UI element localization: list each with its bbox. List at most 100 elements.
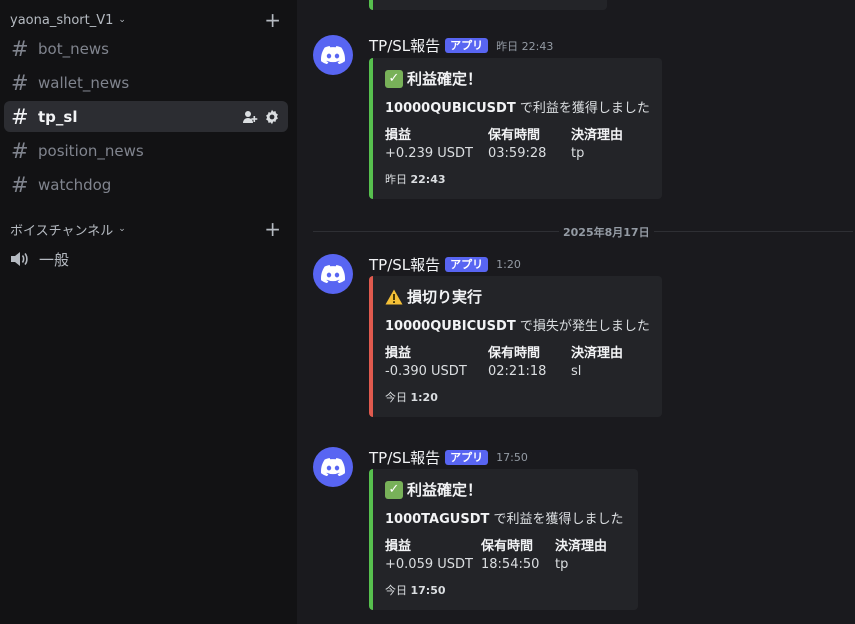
- channel-label: bot_news: [38, 39, 109, 58]
- footer-time: 1:20: [410, 391, 438, 404]
- sidebar-item-wallet-news[interactable]: # wallet_news: [4, 67, 288, 98]
- embed-field: 保有時間 18:54:50: [481, 535, 540, 572]
- field-value: tp: [571, 146, 585, 161]
- symbol-text: 1000TAGUSDT: [385, 512, 490, 527]
- embed-title: ✓ 利益確定！: [385, 68, 646, 89]
- sidebar-item-tp-sl[interactable]: # tp_sl: [4, 101, 288, 132]
- footer-day: 昨日: [385, 173, 407, 186]
- speaker-icon: [11, 252, 28, 266]
- channel-label: tp_sl: [38, 107, 78, 126]
- hash-icon: #: [11, 104, 29, 129]
- embed-footer: 今日 1:20: [385, 389, 646, 405]
- field-name: 損益: [385, 539, 412, 554]
- embed-title-text: 利益確定！: [407, 70, 483, 88]
- embed: 損切り実行 10000QUBICUSDT で損失が発生しました 損益 -0.39…: [369, 276, 662, 417]
- field-value: +0.239 USDT: [385, 146, 473, 161]
- embed: ✓ 利益確定！ 10000QUBICUSDT で利益を獲得しました 損益 +0.…: [369, 58, 662, 199]
- field-name: 決済理由: [555, 539, 608, 554]
- message-header: TP/SL報告 アプリ 1:20: [369, 254, 521, 275]
- field-value: 02:21:18: [488, 364, 547, 379]
- timestamp[interactable]: 昨日 22:43: [496, 38, 553, 54]
- message-header: TP/SL報告 アプリ 17:50: [369, 447, 528, 468]
- embed-field: 損益 -0.390 USDT: [385, 342, 467, 379]
- description-text: で損失が発生しました: [515, 319, 650, 334]
- author-name[interactable]: TP/SL報告: [369, 35, 440, 56]
- warning-icon: [385, 288, 403, 306]
- embed-footer: 今日 17:50: [385, 582, 622, 598]
- field-name: 保有時間: [488, 346, 541, 361]
- footer-day: 今日: [385, 391, 407, 404]
- embed-field: 決済理由 sl: [571, 342, 623, 379]
- author-name[interactable]: TP/SL報告: [369, 254, 440, 275]
- hash-icon: #: [11, 138, 29, 163]
- channel-label: position_news: [38, 141, 144, 160]
- channel-sidebar: yaona_short_V1 ⌄ + # bot_news # wallet_n…: [0, 0, 297, 624]
- author-name[interactable]: TP/SL報告: [369, 447, 440, 468]
- avatar[interactable]: [313, 447, 353, 487]
- message-list: TP/SL報告 アプリ 昨日 22:43 ✓ 利益確定！ 10000QUBICU…: [297, 0, 855, 624]
- embed-field: 決済理由 tp: [571, 124, 623, 161]
- embed-fields: 損益 -0.390 USDT 保有時間 02:21:18 決済理由 sl: [385, 342, 646, 379]
- embed-description: 10000QUBICUSDT で利益を獲得しました: [385, 97, 650, 116]
- channel-label: watchdog: [38, 175, 112, 194]
- embed-footer: 昨日 22:43: [385, 171, 646, 187]
- embed-title: 損切り実行: [385, 286, 646, 307]
- embed-fields: 損益 +0.059 USDT 保有時間 18:54:50 決済理由 tp: [385, 535, 622, 572]
- avatar[interactable]: [313, 254, 353, 294]
- embed-title: ✓ 利益確定！: [385, 479, 622, 500]
- discord-logo-icon: [321, 458, 345, 476]
- embed: ✓ 利益確定！ 1000TAGUSDT で利益を獲得しました 損益 +0.059…: [369, 469, 638, 610]
- embed-fields: 損益 +0.239 USDT 保有時間 03:59:28 決済理由 tp: [385, 124, 646, 161]
- hash-icon: #: [11, 172, 29, 197]
- footer-time: 17:50: [410, 584, 446, 597]
- field-value: -0.390 USDT: [385, 364, 467, 379]
- sidebar-item-watchdog[interactable]: # watchdog: [4, 169, 288, 200]
- sidebar-item-voice-general[interactable]: 一般: [10, 248, 69, 270]
- add-member-icon[interactable]: [242, 109, 258, 125]
- hash-icon: #: [11, 70, 29, 95]
- field-name: 保有時間: [481, 539, 534, 554]
- footer-time: 22:43: [410, 173, 446, 186]
- gear-icon[interactable]: [264, 109, 280, 125]
- embed-description: 10000QUBICUSDT で損失が発生しました: [385, 315, 650, 334]
- plus-icon[interactable]: +: [264, 10, 281, 30]
- avatar[interactable]: [313, 35, 353, 75]
- hash-icon: #: [11, 36, 29, 61]
- category-header-text[interactable]: yaona_short_V1 ⌄ +: [10, 9, 290, 31]
- symbol-text: 10000QUBICUSDT: [385, 319, 516, 334]
- channel-label: wallet_news: [38, 73, 130, 92]
- check-mark-icon: ✓: [385, 480, 403, 499]
- voice-category-header[interactable]: ボイスチャンネル ⌄ +: [10, 218, 290, 240]
- embed-description: 1000TAGUSDT で利益を獲得しました: [385, 508, 624, 527]
- sidebar-item-bot-news[interactable]: # bot_news: [4, 33, 288, 64]
- field-name: 損益: [385, 346, 412, 361]
- sidebar-item-position-news[interactable]: # position_news: [4, 135, 288, 166]
- field-name: 損益: [385, 128, 412, 143]
- embed-title-text: 利益確定！: [407, 481, 483, 499]
- embed-field: 損益 +0.059 USDT: [385, 535, 473, 572]
- plus-icon[interactable]: +: [264, 219, 281, 239]
- date-divider-label: 2025年8月17日: [559, 224, 654, 240]
- embed-field: 損益 +0.239 USDT: [385, 124, 473, 161]
- field-value: 18:54:50: [481, 557, 540, 572]
- description-text: で利益を獲得しました: [489, 512, 624, 527]
- field-name: 決済理由: [571, 128, 624, 143]
- description-text: で利益を獲得しました: [515, 101, 650, 116]
- timestamp[interactable]: 17:50: [496, 451, 528, 464]
- message-header: TP/SL報告 アプリ 昨日 22:43: [369, 35, 553, 56]
- timestamp[interactable]: 1:20: [496, 258, 521, 271]
- symbol-text: 10000QUBICUSDT: [385, 101, 516, 116]
- app-badge: アプリ: [445, 38, 489, 53]
- previous-embed-edge: [369, 0, 607, 10]
- discord-logo-icon: [321, 46, 345, 64]
- app-badge: アプリ: [445, 257, 489, 272]
- field-name: 保有時間: [488, 128, 541, 143]
- chevron-down-icon: ⌄: [118, 224, 126, 234]
- field-name: 決済理由: [571, 346, 624, 361]
- footer-day: 今日: [385, 584, 407, 597]
- field-value: +0.059 USDT: [385, 557, 473, 572]
- check-mark-icon: ✓: [385, 69, 403, 88]
- field-value: tp: [555, 557, 569, 572]
- embed-field: 保有時間 03:59:28: [488, 124, 546, 161]
- category-label: yaona_short_V1: [10, 12, 114, 28]
